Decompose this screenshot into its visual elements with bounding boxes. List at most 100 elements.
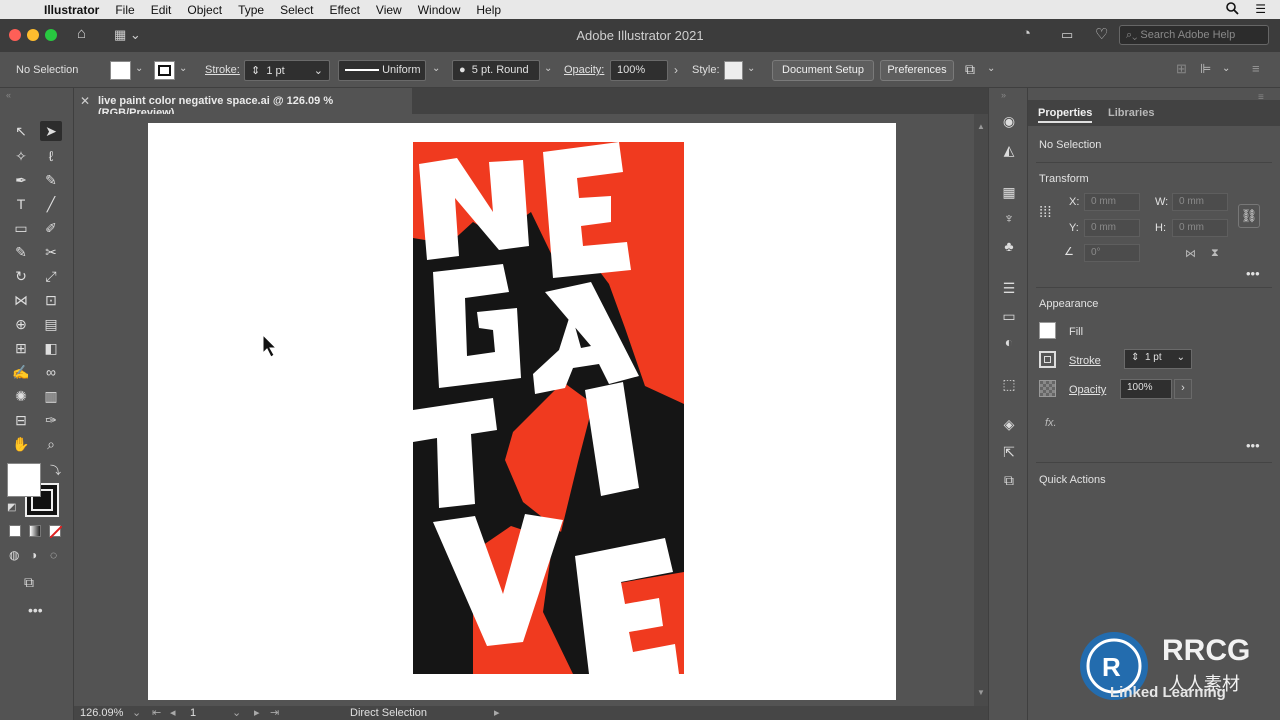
perspective-grid-tool-icon[interactable]: ▤ [40,314,62,334]
arrange-icon[interactable]: ⧉ [965,61,975,78]
share-user-icon[interactable]: ◔ [1022,25,1031,42]
direct-selection-tool-icon[interactable]: ➤ [40,121,62,141]
export-icon[interactable]: ⇱ [999,444,1019,462]
opacity-checker-icon[interactable] [1039,380,1056,397]
prev-artboard-icon[interactable]: ◂ [170,706,176,719]
transparency-panel-icon[interactable]: ◐ [999,334,1019,352]
shape-builder-tool-icon[interactable]: ⊕ [10,314,32,334]
mesh-tool-icon[interactable]: ⊞ [10,338,32,358]
menu-select[interactable]: Select [272,3,321,17]
menu-file[interactable]: File [107,3,142,17]
chevron-down-icon[interactable]: ⌄ [1177,352,1185,363]
arrange-chevron-icon[interactable]: ⌄ [987,63,995,74]
stroke-swatch[interactable] [154,61,175,80]
stroke-profile-select[interactable]: Uniform [338,60,426,81]
negative-space-artwork[interactable] [413,142,684,674]
arrange-documents-icon[interactable]: ▭ [1061,27,1073,43]
shaper-tool-icon[interactable]: ✎ [10,242,32,262]
style-chevron-icon[interactable]: ⌄ [747,63,755,74]
fill-color-box[interactable] [7,463,41,497]
stroke-label[interactable]: Stroke: [205,64,240,76]
search-adobe-help-input[interactable]: ⌕⌄ Search Adobe Help [1119,25,1269,45]
align-chevron-icon[interactable]: ⌄ [1222,63,1230,74]
document-tab[interactable]: live paint color negative space.ai @ 126… [74,88,412,119]
scroll-up-icon[interactable]: ▲ [977,122,985,131]
next-artboard-icon[interactable]: ▸ [254,706,260,719]
menu-view[interactable]: View [368,3,410,17]
zoom-chevron-icon[interactable]: ⌄ [132,706,141,719]
hand-tool-icon[interactable]: ✋ [10,434,32,454]
rectangle-tool-icon[interactable]: ▭ [10,218,32,238]
swap-fill-stroke-icon[interactable]: ⤵ [50,462,61,478]
more-appearance-options-icon[interactable]: ••• [1246,438,1260,453]
lasso-tool-icon[interactable]: ℓ [40,146,62,166]
control-bar-menu-icon[interactable]: ≡ [1252,61,1260,76]
fx-effects-button[interactable]: fx. [1045,417,1057,429]
distribute-icon[interactable]: ⊫ [1200,61,1211,77]
selection-tool-icon[interactable]: ↖ [10,121,32,141]
brush-definition-select[interactable]: ● 5 pt. Round [452,60,540,81]
slice-tool-icon[interactable]: ✑ [40,410,62,430]
magic-wand-tool-icon[interactable]: ✧ [10,146,32,166]
x-field[interactable]: 0 mm [1084,193,1140,211]
close-tab-icon[interactable]: ✕ [80,94,90,108]
stepper-icon[interactable]: ⇕ [251,65,260,77]
align-icon[interactable]: ⊞ [1176,61,1187,77]
opacity-panel-field[interactable]: 100% [1120,379,1172,399]
artboards-panel-icon[interactable]: ⧉ [999,472,1019,490]
scale-tool-icon[interactable]: ⤢ [40,266,62,286]
reference-point-icon[interactable]: ⁞⁞⁞ [1039,204,1052,221]
brushes-icon[interactable]: ♆ [999,210,1019,228]
graphic-style-swatch[interactable] [724,61,743,80]
draw-inside-icon[interactable]: ◌ [50,548,57,562]
symbols-icon[interactable]: ♣ [999,238,1019,256]
fill-dropdown-chevron-icon[interactable]: ⌄ [135,63,143,74]
zoom-tool-icon[interactable]: ⌕ [40,434,62,454]
stroke-label-panel[interactable]: Stroke [1069,355,1101,367]
opacity-label[interactable]: Opacity: [564,64,604,76]
menu-effect[interactable]: Effect [321,3,367,17]
gradient-tool-icon[interactable]: ◧ [40,338,62,358]
gradient-mode-icon[interactable] [29,525,41,537]
rotate-tool-icon[interactable]: ↻ [10,266,32,286]
none-mode-icon[interactable] [49,525,63,539]
column-graph-tool-icon[interactable]: ▥ [40,386,62,406]
collapse-panel-icon[interactable]: « [6,90,11,100]
menu-illustrator[interactable]: Illustrator [36,3,107,17]
eyedropper-tool-icon[interactable]: ✍ [10,362,32,382]
draw-behind-icon[interactable]: ◑ [30,548,37,562]
edit-toolbar-icon[interactable]: ••• [28,602,43,618]
fill-swatch-panel[interactable] [1039,322,1056,339]
panel-menu-icon[interactable]: ≡ [1258,92,1264,103]
asset-export-icon[interactable]: ⬚ [999,376,1019,394]
status-menu-arrow-icon[interactable]: ▸ [494,706,500,719]
opacity-arrow-icon[interactable]: › [1174,379,1192,399]
discover-lightbulb-icon[interactable]: ♡ [1095,25,1108,43]
menu-help[interactable]: Help [468,3,509,17]
w-field[interactable]: 0 mm [1172,193,1228,211]
stroke-swatch-panel[interactable] [1039,351,1056,368]
control-center-icon[interactable]: ☰ [1255,2,1266,18]
free-transform-tool-icon[interactable]: ⊡ [40,290,62,310]
swatches-icon[interactable]: ▦ [999,184,1019,202]
stepper-icon[interactable]: ⇕ [1131,352,1139,363]
last-artboard-icon[interactable]: ⇥ [270,706,279,719]
curvature-tool-icon[interactable]: ✎ [40,170,62,190]
width-tool-icon[interactable]: ⋈ [10,290,32,310]
line-segment-tool-icon[interactable]: ╱ [40,194,62,214]
stroke-dropdown-chevron-icon[interactable]: ⌄ [179,63,187,74]
symbol-sprayer-tool-icon[interactable]: ✺ [10,386,32,406]
spotlight-search-icon[interactable] [1226,1,1239,18]
first-artboard-icon[interactable]: ⇤ [152,706,161,719]
flip-horizontal-icon[interactable]: ⋈ [1185,247,1196,260]
artboard-number-field[interactable]: 1 [190,707,196,719]
artboard-chevron-icon[interactable]: ⌄ [232,706,241,719]
image-trace-icon[interactable]: ◭ [999,142,1019,160]
menu-edit[interactable]: Edit [143,3,180,17]
stroke-weight-panel-field[interactable]: ⇕ 1 pt ⌄ [1124,349,1192,369]
type-tool-icon[interactable]: T [10,194,32,214]
stroke-panel-icon[interactable]: ☰ [999,280,1019,298]
zoom-level-field[interactable]: 126.09% [80,707,123,719]
brush-chevron-icon[interactable]: ⌄ [544,63,552,74]
opacity-field[interactable]: 100% [610,60,668,81]
